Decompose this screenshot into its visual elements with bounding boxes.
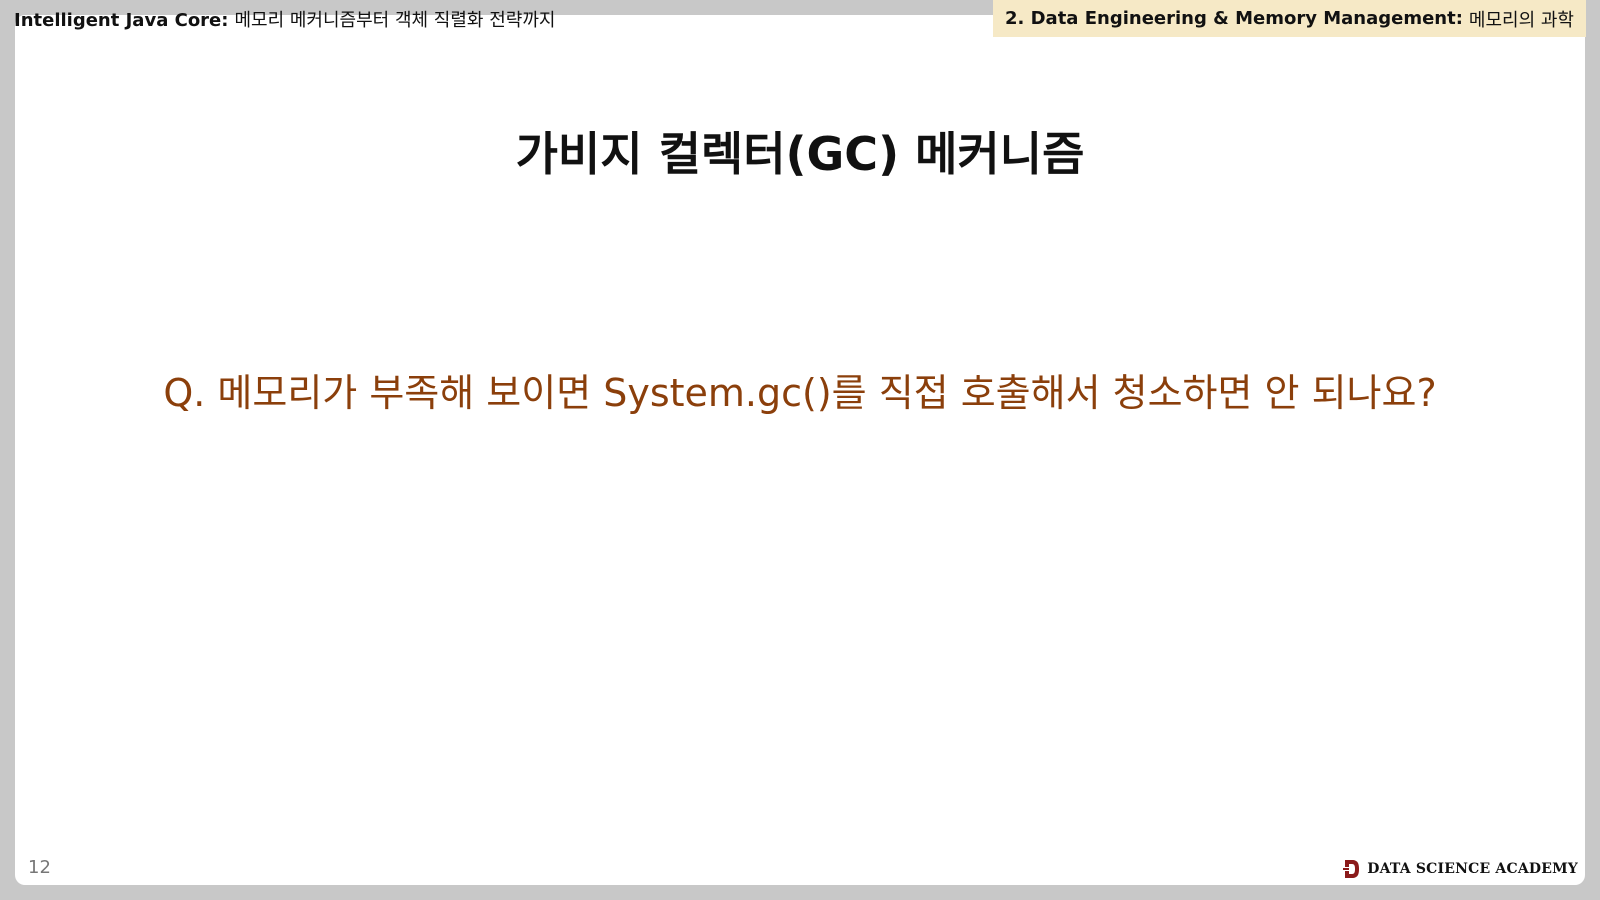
logo-d-icon bbox=[1343, 860, 1360, 878]
section-subtitle: 메모리의 과학 bbox=[1468, 9, 1574, 31]
section-badge: 2. Data Engineering & Memory Management:… bbox=[992, 0, 1586, 37]
course-title: Intelligent Java Core: bbox=[14, 10, 229, 31]
course-subtitle: 메모리 메커니즘부터 객체 직렬화 전략까지 bbox=[234, 10, 556, 31]
brand-logo: DATA SCIENCE ACADEMY bbox=[1343, 858, 1578, 880]
slide-question: Q. 메모리가 부족해 보이면 System.gc()를 직접 호출해서 청소하… bbox=[163, 371, 1437, 415]
page-number: 12 bbox=[28, 857, 51, 878]
section-title: 2. Data Engineering & Memory Management: bbox=[1004, 8, 1463, 29]
brand-name: DATA SCIENCE ACADEMY bbox=[1367, 861, 1578, 877]
course-header: Intelligent Java Core: 메모리 메커니즘부터 객체 직렬화 … bbox=[14, 6, 555, 32]
slide-title: 가비지 컬렉터(GC) 메커니즘 bbox=[515, 127, 1085, 181]
